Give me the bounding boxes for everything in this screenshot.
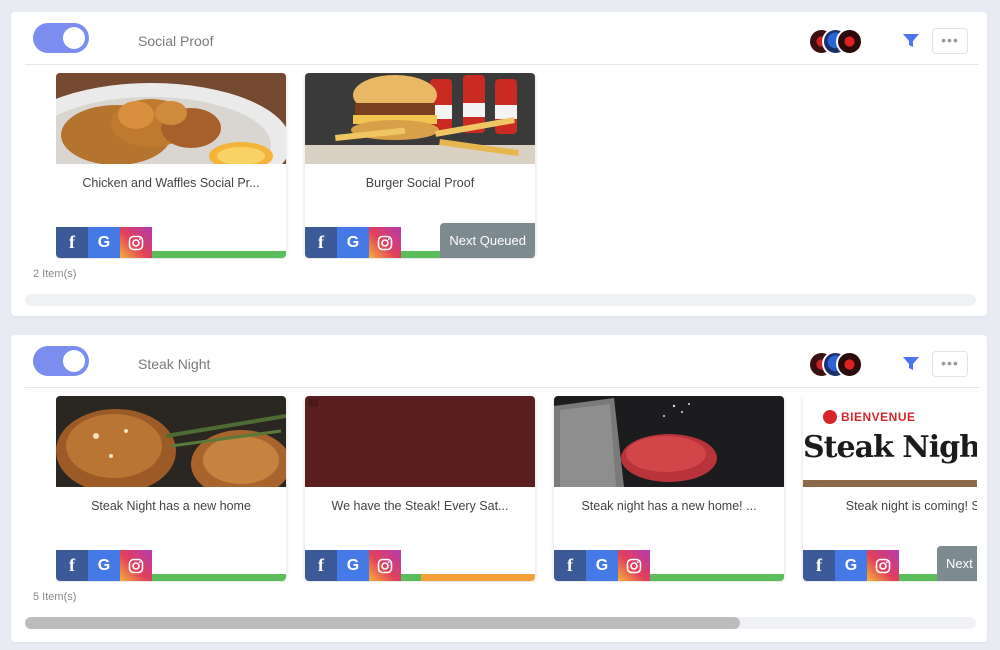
divider (25, 387, 979, 388)
content-card[interactable]: Burger Social Proof f G Next Queued (305, 73, 535, 258)
instagram-icon[interactable] (120, 550, 152, 581)
google-icon[interactable]: G (337, 227, 369, 258)
google-icon[interactable]: G (835, 550, 867, 581)
instagram-glyph (128, 558, 144, 573)
card-title: Burger Social Proof (365, 176, 475, 190)
instagram-glyph (377, 558, 393, 573)
image-text-top: BIENVENUE (841, 410, 916, 424)
toggle-knob (63, 350, 85, 372)
content-card[interactable]: Steak night has a new home! ... f G (554, 396, 784, 581)
campaign-panel-social-proof: Social Proof ••• Chicken and Waffles Soc… (11, 12, 987, 316)
connected-accounts (808, 351, 868, 379)
horizontal-scrollbar[interactable] (25, 294, 976, 306)
social-channels: f G (56, 227, 152, 258)
facebook-icon[interactable]: f (554, 550, 586, 581)
toggle-knob (63, 27, 85, 49)
card-title: Steak night is coming! Ste (845, 499, 977, 513)
card-list: Steak Night has a new home f G We have t… (56, 396, 977, 582)
divider (25, 64, 979, 65)
scrollbar-thumb[interactable] (25, 617, 740, 629)
facebook-icon[interactable]: f (56, 550, 88, 581)
content-card[interactable]: Steak Night has a new home f G (56, 396, 286, 581)
item-count: 5 Item(s) (33, 591, 77, 603)
facebook-icon[interactable]: f (803, 550, 835, 581)
social-channels: f G (305, 227, 401, 258)
instagram-icon[interactable] (369, 550, 401, 581)
card-image (305, 396, 535, 487)
progress-bar (152, 251, 286, 258)
account-avatar (836, 351, 863, 378)
google-icon[interactable]: G (586, 550, 618, 581)
social-channels: f G (56, 550, 152, 581)
panel-title: Steak Night (138, 356, 211, 372)
image-footer-strip (803, 480, 977, 487)
google-icon[interactable]: G (337, 550, 369, 581)
sun-logo-icon (823, 410, 837, 424)
progress-bar-done (401, 574, 422, 581)
horizontal-scrollbar[interactable] (25, 617, 976, 629)
instagram-icon[interactable] (120, 227, 152, 258)
card-image (554, 396, 784, 487)
connected-accounts (808, 28, 868, 56)
campaign-toggle[interactable] (33, 23, 89, 53)
instagram-icon[interactable] (618, 550, 650, 581)
facebook-icon[interactable]: f (305, 227, 337, 258)
social-channels: f G (305, 550, 401, 581)
panel-title: Social Proof (138, 33, 214, 49)
progress-bar (650, 574, 784, 581)
facebook-icon[interactable]: f (56, 227, 88, 258)
card-title: Steak night has a new home! ... (581, 499, 757, 513)
campaign-toggle[interactable] (33, 346, 89, 376)
instagram-icon[interactable] (369, 227, 401, 258)
card-image (56, 396, 286, 487)
facebook-icon[interactable]: f (305, 550, 337, 581)
next-queued-badge: Next (937, 546, 977, 581)
card-title: We have the Steak! Every Sat... (331, 499, 509, 513)
instagram-glyph (377, 235, 393, 250)
filter-icon[interactable] (903, 357, 919, 371)
content-card[interactable]: We have the Steak! Every Sat... f G (305, 396, 535, 581)
progress-bar (152, 574, 286, 581)
card-title: Chicken and Waffles Social Pr... (82, 176, 260, 190)
instagram-glyph (875, 558, 891, 573)
image-text-main: Steak Nigh (803, 430, 977, 465)
instagram-glyph (626, 558, 642, 573)
next-queued-badge: Next Queued (440, 223, 535, 258)
progress-bar (401, 574, 535, 581)
filter-icon[interactable] (903, 34, 919, 48)
instagram-glyph (128, 235, 144, 250)
campaign-panel-steak-night: Steak Night ••• Steak Night has a new ho… (11, 335, 987, 642)
card-image: BIENVENUE Steak Nigh (803, 396, 977, 487)
content-card[interactable]: Chicken and Waffles Social Pr... f G (56, 73, 286, 258)
more-options-button[interactable]: ••• (932, 351, 968, 377)
google-icon[interactable]: G (88, 550, 120, 581)
more-options-button[interactable]: ••• (932, 28, 968, 54)
social-channels: f G (554, 550, 650, 581)
card-list: Chicken and Waffles Social Pr... f G Bur… (56, 73, 977, 259)
google-icon[interactable]: G (88, 227, 120, 258)
social-channels: f G (803, 550, 899, 581)
card-title: Steak Night has a new home (91, 499, 251, 513)
card-image (56, 73, 286, 164)
item-count: 2 Item(s) (33, 268, 77, 280)
instagram-icon[interactable] (867, 550, 899, 581)
content-card[interactable]: BIENVENUE Steak Nigh Steak night is comi… (803, 396, 977, 581)
card-image (305, 73, 535, 164)
account-avatar (836, 28, 863, 55)
